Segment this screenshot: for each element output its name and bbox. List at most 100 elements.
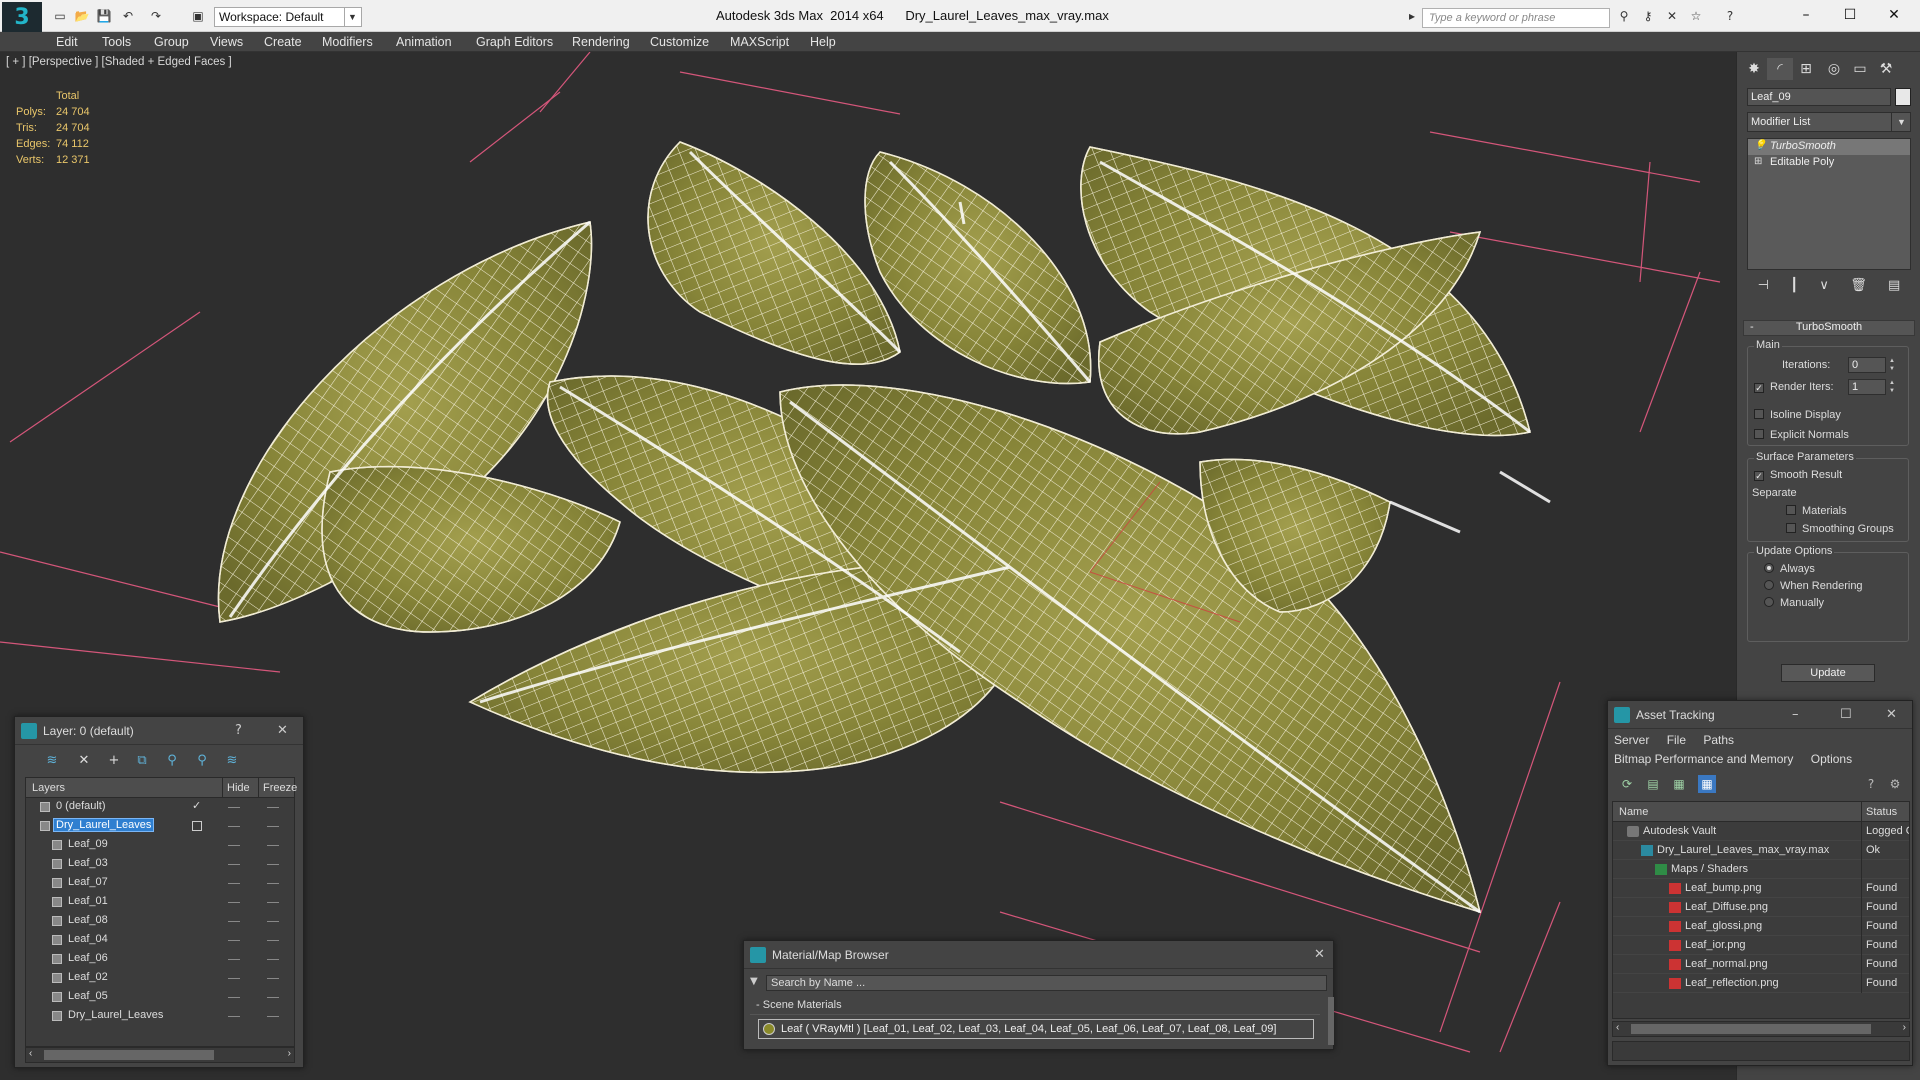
hide-toggle[interactable] <box>228 864 240 865</box>
layer-row[interactable]: Leaf_04 <box>26 931 294 950</box>
binoculars-icon[interactable]: ⚲ <box>1616 8 1632 24</box>
asset-row[interactable]: Maps / Shaders <box>1613 860 1909 879</box>
layer-row[interactable]: 0 (default) ✓ <box>26 798 294 817</box>
help-icon[interactable]: ? <box>1862 775 1880 793</box>
laurel-leaves-mesh[interactable] <box>217 141 1531 914</box>
menu-create[interactable]: Create <box>264 35 302 49</box>
menu-options[interactable]: Options <box>1811 752 1852 766</box>
menu-file[interactable]: File <box>1667 733 1686 747</box>
hide-toggle[interactable] <box>228 826 240 827</box>
asset-row[interactable]: Leaf_normal.png Found <box>1613 955 1909 974</box>
delete-layer-icon[interactable]: ✕ <box>75 751 93 769</box>
manually-radio[interactable]: Manually <box>1764 597 1824 609</box>
app-logo-icon[interactable]: 3 <box>2 2 42 32</box>
update-button[interactable]: Update <box>1781 664 1875 682</box>
scroll-thumb[interactable] <box>44 1050 214 1060</box>
freeze-toggle[interactable] <box>267 978 279 979</box>
layer-row[interactable]: Leaf_05 <box>26 988 294 1007</box>
create-tab-icon[interactable]: ✸ <box>1741 58 1767 80</box>
hide-toggle[interactable] <box>228 978 240 979</box>
list-view-icon[interactable]: ▤ <box>1644 775 1662 793</box>
set-active-layer-icon[interactable] <box>192 821 202 831</box>
menu-bitmap-performance[interactable]: Bitmap Performance and Memory <box>1614 752 1793 766</box>
freeze-toggle[interactable] <box>267 1016 279 1017</box>
col-name[interactable]: Name <box>1619 806 1648 818</box>
pin-stack-icon[interactable]: ⊣ <box>1758 278 1769 293</box>
select-objects-icon[interactable]: ⚲ <box>163 751 181 769</box>
asset-row[interactable]: Leaf_glossi.png Found <box>1613 917 1909 936</box>
undo-icon[interactable]: ↶ <box>120 8 136 24</box>
smooth-result-checkbox[interactable]: ✓ Smooth Result <box>1754 469 1842 481</box>
make-unique-icon[interactable]: ∨ <box>1819 278 1829 293</box>
asset-row[interactable]: Dry_Laurel_Leaves_max_vray.max Ok <box>1613 841 1909 860</box>
col-hide[interactable]: Hide <box>222 778 250 798</box>
layer-row[interactable]: Leaf_07 <box>26 874 294 893</box>
menu-modifiers[interactable]: Modifiers <box>322 35 373 49</box>
close-icon[interactable]: ✕ <box>1880 4 1908 26</box>
utilities-tab-icon[interactable]: ⚒ <box>1873 58 1899 80</box>
freeze-toggle[interactable] <box>267 959 279 960</box>
when-rendering-radio[interactable]: When Rendering <box>1764 580 1863 592</box>
menu-views[interactable]: Views <box>210 35 243 49</box>
help-icon[interactable]: ? <box>235 723 242 738</box>
menu-maxscript[interactable]: MAXScript <box>730 35 789 49</box>
asset-row[interactable]: Autodesk Vault Logged O <box>1613 822 1909 841</box>
lightbulb-icon[interactable]: 💡 <box>1754 140 1766 151</box>
render-iters-checkbox[interactable]: ✓ Render Iters: <box>1754 381 1834 393</box>
highlight-layer-icon[interactable]: ⚲ <box>193 751 211 769</box>
configure-sets-icon[interactable]: ▤ <box>1888 278 1900 293</box>
hide-toggle[interactable] <box>228 807 240 808</box>
show-end-result-icon[interactable]: ┃ <box>1790 278 1798 293</box>
workspace-select[interactable]: Workspace: Default <box>214 7 362 27</box>
vertical-scrollbar[interactable] <box>1328 997 1334 1045</box>
menu-help[interactable]: Help <box>810 35 836 49</box>
layer-row[interactable]: Leaf_01 <box>26 893 294 912</box>
layer-row[interactable]: Leaf_02 <box>26 969 294 988</box>
collapse-icon[interactable]: - <box>756 999 763 1011</box>
close-icon[interactable]: ✕ <box>1886 707 1897 722</box>
scroll-right-icon[interactable]: › <box>288 1048 291 1059</box>
open-file-icon[interactable]: 📂 <box>74 8 90 24</box>
object-color-swatch[interactable] <box>1895 88 1911 106</box>
scroll-right-icon[interactable]: › <box>1903 1022 1906 1033</box>
add-layer-icon[interactable]: + <box>105 751 123 769</box>
layer-row[interactable]: Leaf_08 <box>26 912 294 931</box>
freeze-toggle[interactable] <box>267 883 279 884</box>
isoline-display-checkbox[interactable]: Isoline Display <box>1754 409 1841 421</box>
menu-animation[interactable]: Animation <box>396 35 452 49</box>
panel-title-bar[interactable]: Asset Tracking – ☐ ✕ <box>1608 701 1912 729</box>
maximize-icon[interactable]: ☐ <box>1836 4 1864 26</box>
material-item[interactable]: Leaf ( VRayMtl ) [Leaf_01, Leaf_02, Leaf… <box>758 1019 1314 1039</box>
object-name-field[interactable]: Leaf_09 <box>1747 88 1891 106</box>
viewport-label[interactable]: [ + ] [Perspective ] [Shaded + Edged Fac… <box>6 56 232 68</box>
menu-server[interactable]: Server <box>1614 733 1649 747</box>
save-file-icon[interactable]: 💾 <box>96 8 112 24</box>
filter-icon[interactable]: ▼ <box>750 976 758 987</box>
freeze-toggle[interactable] <box>267 864 279 865</box>
settings-icon[interactable]: ⚙ <box>1886 775 1904 793</box>
material-search-input[interactable]: Search by Name ... <box>766 975 1327 991</box>
freeze-toggle[interactable] <box>267 845 279 846</box>
hide-toggle[interactable] <box>228 997 240 998</box>
help-icon[interactable]: ? <box>1722 8 1738 24</box>
expand-plus-icon[interactable]: ⊞ <box>1754 156 1762 167</box>
close-icon[interactable]: ✕ <box>1314 947 1325 962</box>
freeze-toggle[interactable] <box>267 940 279 941</box>
hide-all-icon[interactable]: ≋ <box>223 751 241 769</box>
menu-rendering[interactable]: Rendering <box>572 35 630 49</box>
freeze-toggle[interactable] <box>267 902 279 903</box>
asset-row[interactable]: Leaf_ior.png Found <box>1613 936 1909 955</box>
refresh-icon[interactable]: ⟳ <box>1618 775 1636 793</box>
subscription-icon[interactable]: ✕ <box>1664 8 1680 24</box>
hide-toggle[interactable] <box>228 902 240 903</box>
spinner-arrows-icon[interactable]: ▲ ▼ <box>1888 357 1896 373</box>
chevron-down-icon[interactable]: ▼ <box>344 7 360 27</box>
explicit-normals-checkbox[interactable]: Explicit Normals <box>1754 429 1849 441</box>
modifier-list-dropdown[interactable]: Modifier List <box>1747 112 1911 132</box>
hierarchy-tab-icon[interactable]: ⊞ <box>1793 58 1819 80</box>
search-expand-icon[interactable]: ▸ <box>1404 8 1420 24</box>
panel-title-bar[interactable]: Material/Map Browser ✕ <box>744 941 1333 969</box>
search-input[interactable]: Type a keyword or phrase <box>1422 8 1610 28</box>
hide-toggle[interactable] <box>228 1016 240 1017</box>
menu-customize[interactable]: Customize <box>650 35 709 49</box>
